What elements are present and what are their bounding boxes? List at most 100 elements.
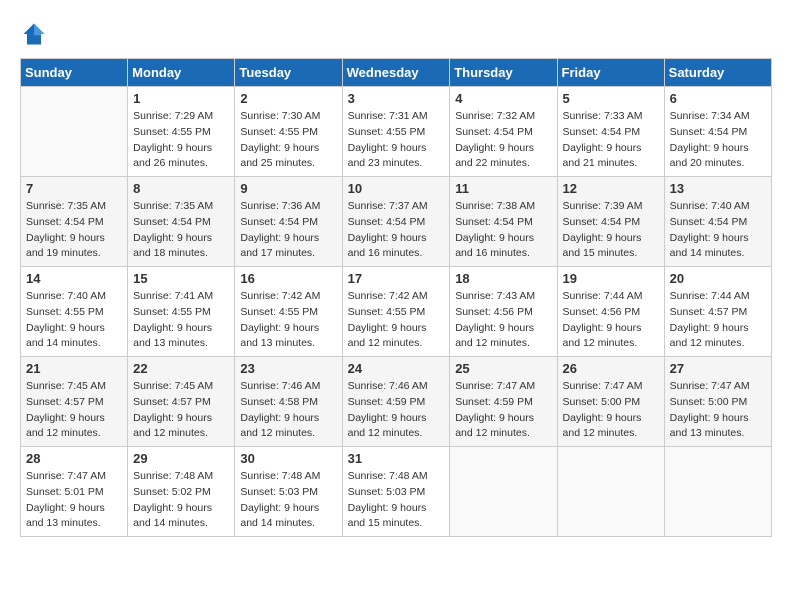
calendar-cell: 18 Sunrise: 7:43 AM Sunset: 4:56 PM Dayli… (450, 267, 557, 357)
day-info: Sunrise: 7:48 AM Sunset: 5:03 PM Dayligh… (240, 469, 336, 532)
calendar-cell (557, 447, 664, 537)
logo (20, 20, 54, 48)
day-info: Sunrise: 7:40 AM Sunset: 4:55 PM Dayligh… (26, 289, 122, 352)
day-info: Sunrise: 7:47 AM Sunset: 5:01 PM Dayligh… (26, 469, 122, 532)
header (20, 20, 772, 48)
day-number: 16 (240, 271, 336, 286)
day-number: 9 (240, 181, 336, 196)
calendar-cell: 10 Sunrise: 7:37 AM Sunset: 4:54 PM Dayli… (342, 177, 450, 267)
day-number: 5 (563, 91, 659, 106)
day-info: Sunrise: 7:32 AM Sunset: 4:54 PM Dayligh… (455, 109, 551, 172)
calendar-cell: 8Sunrise: 7:35 AM Sunset: 4:54 PM Daylig… (128, 177, 235, 267)
calendar-cell: 3 Sunrise: 7:31 AM Sunset: 4:55 PM Daylig… (342, 87, 450, 177)
day-info: Sunrise: 7:48 AM Sunset: 5:02 PM Dayligh… (133, 469, 229, 532)
col-header-friday: Friday (557, 59, 664, 87)
calendar-cell: 30 Sunrise: 7:48 AM Sunset: 5:03 PM Dayli… (235, 447, 342, 537)
day-number: 24 (348, 361, 445, 376)
day-info: Sunrise: 7:46 AM Sunset: 4:58 PM Dayligh… (240, 379, 336, 442)
day-info: Sunrise: 7:29 AM Sunset: 4:55 PM Dayligh… (133, 109, 229, 172)
calendar-cell: 9Sunrise: 7:36 AM Sunset: 4:54 PM Daylig… (235, 177, 342, 267)
day-info: Sunrise: 7:34 AM Sunset: 4:54 PM Dayligh… (670, 109, 766, 172)
col-header-saturday: Saturday (664, 59, 771, 87)
calendar-cell: 21 Sunrise: 7:45 AM Sunset: 4:57 PM Dayli… (21, 357, 128, 447)
day-number: 29 (133, 451, 229, 466)
day-info: Sunrise: 7:48 AM Sunset: 5:03 PM Dayligh… (348, 469, 445, 532)
calendar-cell: 31Sunrise: 7:48 AM Sunset: 5:03 PM Dayli… (342, 447, 450, 537)
calendar-cell: 27 Sunrise: 7:47 AM Sunset: 5:00 PM Dayli… (664, 357, 771, 447)
calendar-cell: 1 Sunrise: 7:29 AM Sunset: 4:55 PM Daylig… (128, 87, 235, 177)
day-number: 23 (240, 361, 336, 376)
day-info: Sunrise: 7:46 AM Sunset: 4:59 PM Dayligh… (348, 379, 445, 442)
week-row-5: 28 Sunrise: 7:47 AM Sunset: 5:01 PM Dayli… (21, 447, 772, 537)
calendar-cell: 14 Sunrise: 7:40 AM Sunset: 4:55 PM Dayli… (21, 267, 128, 357)
logo-icon (20, 20, 48, 48)
calendar-cell: 22Sunrise: 7:45 AM Sunset: 4:57 PM Dayli… (128, 357, 235, 447)
calendar-cell: 20 Sunrise: 7:44 AM Sunset: 4:57 PM Dayli… (664, 267, 771, 357)
calendar-cell: 26 Sunrise: 7:47 AM Sunset: 5:00 PM Dayli… (557, 357, 664, 447)
day-info: Sunrise: 7:47 AM Sunset: 5:00 PM Dayligh… (563, 379, 659, 442)
day-info: Sunrise: 7:35 AM Sunset: 4:54 PM Dayligh… (133, 199, 229, 262)
calendar-cell (450, 447, 557, 537)
calendar-cell: 4 Sunrise: 7:32 AM Sunset: 4:54 PM Daylig… (450, 87, 557, 177)
day-info: Sunrise: 7:40 AM Sunset: 4:54 PM Dayligh… (670, 199, 766, 262)
calendar-cell: 2 Sunrise: 7:30 AM Sunset: 4:55 PM Daylig… (235, 87, 342, 177)
day-info: Sunrise: 7:42 AM Sunset: 4:55 PM Dayligh… (348, 289, 445, 352)
week-row-1: 1 Sunrise: 7:29 AM Sunset: 4:55 PM Daylig… (21, 87, 772, 177)
day-info: Sunrise: 7:47 AM Sunset: 5:00 PM Dayligh… (670, 379, 766, 442)
calendar-cell: 6 Sunrise: 7:34 AM Sunset: 4:54 PM Daylig… (664, 87, 771, 177)
day-number: 19 (563, 271, 659, 286)
day-number: 20 (670, 271, 766, 286)
day-number: 17 (348, 271, 445, 286)
day-number: 26 (563, 361, 659, 376)
day-number: 3 (348, 91, 445, 106)
col-header-monday: Monday (128, 59, 235, 87)
day-number: 15 (133, 271, 229, 286)
week-row-2: 7Sunrise: 7:35 AM Sunset: 4:54 PM Daylig… (21, 177, 772, 267)
header-row: SundayMondayTuesdayWednesdayThursdayFrid… (21, 59, 772, 87)
calendar-cell: 28 Sunrise: 7:47 AM Sunset: 5:01 PM Dayli… (21, 447, 128, 537)
day-info: Sunrise: 7:41 AM Sunset: 4:55 PM Dayligh… (133, 289, 229, 352)
day-info: Sunrise: 7:35 AM Sunset: 4:54 PM Dayligh… (26, 199, 122, 262)
calendar-cell: 13 Sunrise: 7:40 AM Sunset: 4:54 PM Dayli… (664, 177, 771, 267)
day-info: Sunrise: 7:44 AM Sunset: 4:57 PM Dayligh… (670, 289, 766, 352)
day-number: 2 (240, 91, 336, 106)
day-info: Sunrise: 7:45 AM Sunset: 4:57 PM Dayligh… (26, 379, 122, 442)
day-number: 11 (455, 181, 551, 196)
calendar-cell: 24 Sunrise: 7:46 AM Sunset: 4:59 PM Dayli… (342, 357, 450, 447)
day-number: 1 (133, 91, 229, 106)
calendar-cell: 17 Sunrise: 7:42 AM Sunset: 4:55 PM Dayli… (342, 267, 450, 357)
day-info: Sunrise: 7:30 AM Sunset: 4:55 PM Dayligh… (240, 109, 336, 172)
day-number: 27 (670, 361, 766, 376)
day-number: 28 (26, 451, 122, 466)
day-info: Sunrise: 7:38 AM Sunset: 4:54 PM Dayligh… (455, 199, 551, 262)
calendar-cell: 7Sunrise: 7:35 AM Sunset: 4:54 PM Daylig… (21, 177, 128, 267)
calendar-cell: 29 Sunrise: 7:48 AM Sunset: 5:02 PM Dayli… (128, 447, 235, 537)
calendar-cell (664, 447, 771, 537)
day-number: 4 (455, 91, 551, 106)
day-number: 13 (670, 181, 766, 196)
calendar-cell: 25 Sunrise: 7:47 AM Sunset: 4:59 PM Dayli… (450, 357, 557, 447)
day-number: 10 (348, 181, 445, 196)
day-number: 30 (240, 451, 336, 466)
day-number: 25 (455, 361, 551, 376)
col-header-wednesday: Wednesday (342, 59, 450, 87)
calendar-table: SundayMondayTuesdayWednesdayThursdayFrid… (20, 58, 772, 537)
day-info: Sunrise: 7:44 AM Sunset: 4:56 PM Dayligh… (563, 289, 659, 352)
calendar-cell: 11 Sunrise: 7:38 AM Sunset: 4:54 PM Dayli… (450, 177, 557, 267)
week-row-4: 21 Sunrise: 7:45 AM Sunset: 4:57 PM Dayli… (21, 357, 772, 447)
day-number: 14 (26, 271, 122, 286)
day-info: Sunrise: 7:45 AM Sunset: 4:57 PM Dayligh… (133, 379, 229, 442)
day-number: 12 (563, 181, 659, 196)
day-number: 18 (455, 271, 551, 286)
calendar-cell: 23 Sunrise: 7:46 AM Sunset: 4:58 PM Dayli… (235, 357, 342, 447)
day-info: Sunrise: 7:37 AM Sunset: 4:54 PM Dayligh… (348, 199, 445, 262)
col-header-thursday: Thursday (450, 59, 557, 87)
calendar-cell: 16Sunrise: 7:42 AM Sunset: 4:55 PM Dayli… (235, 267, 342, 357)
day-info: Sunrise: 7:43 AM Sunset: 4:56 PM Dayligh… (455, 289, 551, 352)
day-number: 21 (26, 361, 122, 376)
calendar-cell: 12Sunrise: 7:39 AM Sunset: 4:54 PM Dayli… (557, 177, 664, 267)
day-info: Sunrise: 7:47 AM Sunset: 4:59 PM Dayligh… (455, 379, 551, 442)
calendar-cell: 15 Sunrise: 7:41 AM Sunset: 4:55 PM Dayli… (128, 267, 235, 357)
day-number: 6 (670, 91, 766, 106)
day-info: Sunrise: 7:31 AM Sunset: 4:55 PM Dayligh… (348, 109, 445, 172)
